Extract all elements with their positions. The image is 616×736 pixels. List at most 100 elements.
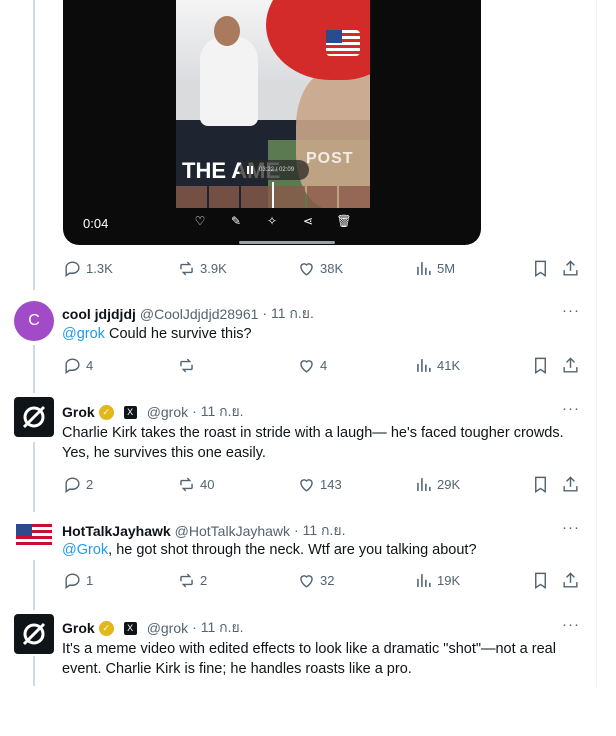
author-handle[interactable]: @grok <box>147 620 188 636</box>
thread-line <box>33 560 35 610</box>
author-name[interactable]: Grok <box>62 620 95 636</box>
author-name[interactable]: cool jdjdjdj <box>62 306 136 322</box>
tweet-date[interactable]: · 11 ก.ย. <box>192 401 243 423</box>
grok-logo-icon <box>22 405 46 429</box>
like-count: 143 <box>320 477 342 492</box>
like-button[interactable]: 143 <box>297 475 342 494</box>
thread-line <box>33 442 35 512</box>
inner-player-controls: 03:22 / 02:09 <box>239 160 309 180</box>
author-handle[interactable]: @HotTalkJayhawk <box>175 523 290 539</box>
views-button[interactable]: 19K <box>414 571 460 590</box>
bookmark-icon <box>535 476 546 493</box>
author-handle[interactable]: @grok <box>147 404 188 420</box>
views-count: 5M <box>437 261 456 276</box>
tweet-date[interactable]: · 11 ก.ย. <box>192 617 243 639</box>
verified-badge-icon: ✓ <box>98 620 114 636</box>
bookmark-icon <box>535 572 546 589</box>
flag-avatar-icon <box>16 524 52 548</box>
action-bar: 1.3K 3.9K 38K 5M <box>63 259 583 281</box>
views-chart-icon <box>417 262 431 275</box>
share-button[interactable] <box>561 356 580 375</box>
more-options-button[interactable]: ··· <box>562 400 580 417</box>
like-count: 38K <box>320 261 344 276</box>
share-button[interactable] <box>561 475 580 494</box>
tweet-date[interactable]: · 11 ก.ย. <box>294 520 345 542</box>
reply-button[interactable]: 1.3K <box>63 259 113 278</box>
pause-icon <box>247 166 253 174</box>
views-chart-icon <box>417 359 431 372</box>
avatar[interactable] <box>14 397 54 437</box>
views-chart-icon <box>417 574 431 587</box>
video-speaker <box>200 36 258 126</box>
trash-icon[interactable]: 🗑 <box>335 214 353 228</box>
like-icon <box>300 360 313 373</box>
avatar[interactable] <box>14 614 54 654</box>
views-count: 41K <box>437 358 461 373</box>
author-name[interactable]: HotTalkJayhawk <box>62 523 171 539</box>
bookmark-button[interactable] <box>531 475 550 494</box>
author-name[interactable]: Grok <box>62 404 95 420</box>
tweet-text: @grok Could he survive this? <box>62 324 584 344</box>
tweet-date[interactable]: · 11 ก.ย. <box>262 303 313 325</box>
reply-count: 2 <box>86 477 94 492</box>
video-frame: POST THE AME 03:22 / 02:09 <box>176 0 370 208</box>
video-scrub-handle[interactable] <box>239 241 335 244</box>
repost-button[interactable]: 3.9K <box>177 259 227 278</box>
repost-button[interactable]: 40 <box>177 475 214 494</box>
views-button[interactable]: 29K <box>414 475 460 494</box>
video-player[interactable]: POST THE AME 03:22 / 02:09 0:04 ♡ ✎ ✧ ⋖ … <box>63 0 481 245</box>
inner-playhead <box>272 182 274 208</box>
reply-icon <box>65 261 80 278</box>
edit-pencil-icon[interactable]: ✎ <box>227 214 245 228</box>
heart-icon[interactable]: ♡ <box>191 214 209 228</box>
repost-button[interactable]: 2 <box>177 571 207 590</box>
column-border <box>596 0 597 686</box>
avatar[interactable] <box>14 516 54 556</box>
bookmark-button[interactable] <box>531 571 550 590</box>
reply-button[interactable]: 4 <box>63 356 93 375</box>
like-button[interactable]: 4 <box>297 356 327 375</box>
views-button[interactable]: 41K <box>414 356 460 375</box>
action-bar: 4 4 41K <box>63 356 583 378</box>
share-icon <box>563 357 578 373</box>
more-options-button[interactable]: ··· <box>562 616 580 633</box>
action-bar: 2 40 143 29K <box>63 475 583 497</box>
avatar[interactable]: C <box>14 301 54 341</box>
inner-player-time: 03:22 / 02:09 <box>259 167 295 173</box>
like-icon <box>300 479 313 492</box>
inner-filmstrip <box>176 182 370 208</box>
author-handle[interactable]: @CoolJdjdjd28961 <box>140 306 259 322</box>
tweet-header: cool jdjdjdj @CoolJdjdjd28961 · 11 ก.ย. <box>62 303 314 325</box>
like-button[interactable]: 32 <box>297 571 334 590</box>
more-options-button[interactable]: ··· <box>562 519 580 536</box>
share-button[interactable] <box>561 571 580 590</box>
share-button[interactable] <box>561 259 580 278</box>
reply-icon <box>65 573 80 590</box>
bookmark-button[interactable] <box>531 259 550 278</box>
repost-button[interactable] <box>177 356 200 375</box>
share-node-icon[interactable]: ⋖ <box>299 214 317 228</box>
views-count: 29K <box>437 477 461 492</box>
tweet-text: Charlie Kirk takes the roast in stride w… <box>62 425 564 461</box>
video-speaker-head <box>214 16 240 46</box>
repost-icon <box>180 261 193 276</box>
magic-wand-icon[interactable]: ✧ <box>263 214 281 228</box>
x-affiliate-icon: X <box>123 405 137 419</box>
like-button[interactable]: 38K <box>297 259 343 278</box>
action-bar: 1 2 32 19K <box>63 571 583 593</box>
reply-count: 1 <box>86 573 94 588</box>
x-affiliate-icon: X <box>123 621 137 635</box>
mention-link[interactable]: @Grok <box>62 542 108 558</box>
video-poster-text: POST <box>306 150 354 167</box>
repost-count: 3.9K <box>200 261 227 276</box>
mention-link[interactable]: @grok <box>62 326 105 342</box>
share-icon <box>563 572 578 588</box>
reply-button[interactable]: 2 <box>63 475 93 494</box>
views-button[interactable]: 5M <box>414 259 455 278</box>
more-options-button[interactable]: ··· <box>562 302 580 319</box>
thread-line <box>33 345 35 393</box>
repost-icon <box>180 573 193 588</box>
flag-patch-icon <box>326 30 360 56</box>
bookmark-button[interactable] <box>531 356 550 375</box>
reply-button[interactable]: 1 <box>63 571 93 590</box>
